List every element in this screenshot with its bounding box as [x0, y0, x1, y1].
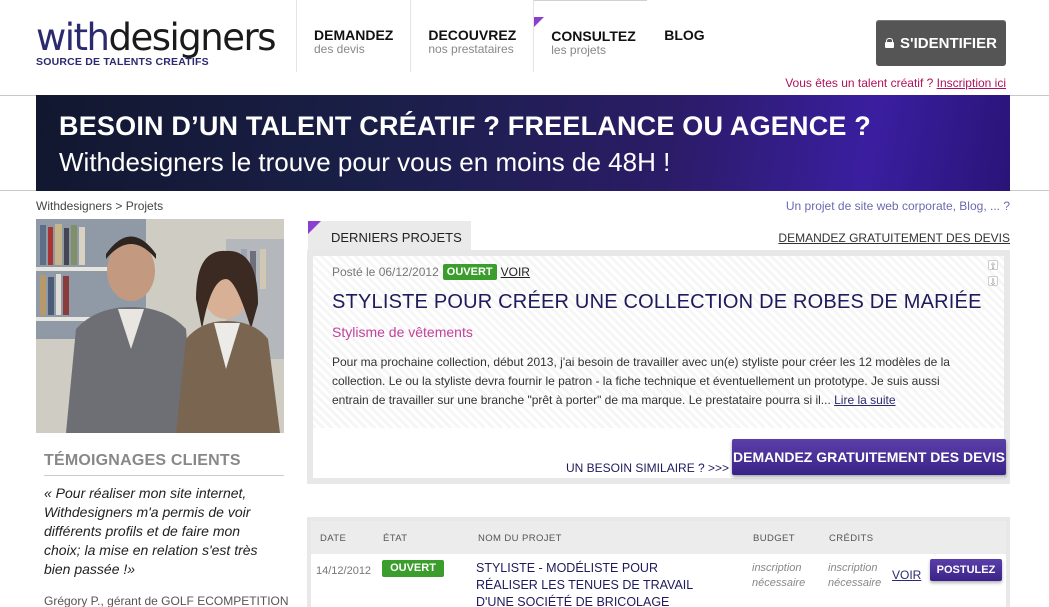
status-badge: OUVERT — [382, 560, 444, 577]
talent-question: Vous êtes un talent créatif ? — [785, 76, 934, 90]
column-header-credits: CRÉDITS — [829, 533, 874, 544]
nav-item-title: DECOUVREZ — [428, 27, 517, 43]
lock-icon — [885, 38, 895, 48]
column-header-status: ÉTAT — [383, 533, 408, 544]
breadcrumb-separator: > — [112, 199, 126, 213]
featured-project-body: Posté le 06/12/2012 OUVERT VOIR STYLISTE… — [313, 256, 1004, 428]
ask-quotes-button[interactable]: DEMANDEZ GRATUITEMENT DES DEVIS — [732, 439, 1006, 475]
testimonials-title: TÉMOIGNAGES CLIENTS — [44, 452, 241, 469]
ask-quotes-link[interactable]: DEMANDEZ GRATUITEMENT DES DEVIS — [778, 231, 1010, 245]
nav-item-subtitle: des devis — [314, 42, 365, 56]
nav-item-consultez[interactable]: CONSULTEZ les projets — [533, 0, 648, 72]
featured-title[interactable]: STYLISTE POUR CRÉER UNE COLLECTION DE RO… — [332, 291, 982, 314]
nav-item-subtitle: nos prestataires — [428, 42, 514, 56]
banner-subline: Withdesigners le trouve pour vous en moi… — [59, 147, 671, 177]
signup-link[interactable]: Inscription ici — [937, 76, 1006, 90]
nav-item-demandez[interactable]: DEMANDEZ des devis — [296, 0, 410, 72]
tab-corner-marker — [308, 221, 321, 234]
hero-banner[interactable]: BESOIN D’UN TALENT CRÉATIF ? FREELANCE O… — [36, 95, 1010, 191]
nav-item-title: CONSULTEZ — [551, 28, 636, 44]
scroll-up-icon[interactable]: ⇧ — [988, 260, 998, 271]
project-hint: Un projet de site web corporate, Blog, .… — [785, 199, 1010, 213]
view-project-link[interactable]: VOIR — [501, 265, 530, 279]
login-label: S'IDENTIFIER — [900, 34, 997, 52]
nav-item-title: BLOG — [664, 27, 705, 43]
nav-item-subtitle: les projets — [551, 43, 606, 57]
nav-item-decouvrez[interactable]: DECOUVREZ nos prestataires — [410, 0, 533, 72]
column-header-name: NOM DU PROJET — [478, 533, 562, 544]
apply-button[interactable]: POSTULEZ — [930, 559, 1002, 581]
table-row: 14/12/2012 OUVERT STYLISTE - MODÉLISTE P… — [311, 554, 1006, 607]
similar-need-label: UN BESOIN SIMILAIRE ? >>> — [566, 461, 730, 475]
posted-date: Posté le 06/12/2012 — [332, 265, 439, 279]
scroll-down-icon[interactable]: ⇩ — [988, 276, 998, 287]
tab-latest-projects[interactable]: DERNIERS PROJETS — [308, 221, 471, 251]
featured-description: Pour ma prochaine collection, début 2013… — [332, 353, 972, 410]
active-corner-marker — [534, 17, 545, 27]
project-name-link[interactable]: STYLISTE - MODÉLISTE POUR RÉALISER LES T… — [476, 560, 721, 607]
row-date: 14/12/2012 — [316, 565, 372, 577]
clients-photo-illustration — [36, 219, 284, 433]
main-nav: DEMANDEZ des devis DECOUVREZ nos prestat… — [296, 0, 722, 72]
nav-item-blog[interactable]: BLOG — [647, 0, 721, 72]
testimonials-divider — [44, 475, 284, 476]
logo-suffix: designers — [108, 16, 277, 59]
featured-project: Posté le 06/12/2012 OUVERT VOIR STYLISTE… — [307, 250, 1010, 484]
view-project-link[interactable]: VOIR — [892, 568, 921, 582]
read-more-link[interactable]: Lire la suite — [834, 393, 895, 407]
clients-photo — [36, 219, 284, 433]
logo-wordmark: withdesigners — [36, 16, 277, 59]
breadcrumb: Withdesigners > Projets — [36, 199, 163, 213]
column-header-date: DATE — [320, 533, 347, 544]
status-badge: OUVERT — [442, 264, 497, 280]
row-budget: inscription nécessaire — [752, 562, 806, 589]
testimonial-author: Grégory P., gérant de GOLF ECOMPETITION — [44, 594, 289, 607]
logo[interactable]: withdesigners SOURCE DE TALENTS CREATIFS — [36, 16, 277, 69]
featured-category: Stylisme de vêtements — [332, 324, 473, 340]
banner-headline: BESOIN D’UN TALENT CRÉATIF ? FREELANCE O… — [59, 111, 871, 141]
talent-signup-line: Vous êtes un talent créatif ? Inscriptio… — [785, 76, 1006, 90]
logo-prefix: with — [36, 16, 110, 59]
testimonial-quote: « Pour réaliser mon site internet, Withd… — [44, 485, 258, 577]
nav-item-title: DEMANDEZ — [314, 27, 394, 43]
login-button[interactable]: S'IDENTIFIER — [876, 20, 1006, 66]
breadcrumb-home-link[interactable]: Withdesigners — [36, 199, 112, 213]
projects-table: DATE ÉTAT NOM DU PROJET BUDGET CRÉDITS 1… — [307, 517, 1010, 607]
column-header-budget: BUDGET — [753, 533, 795, 544]
featured-meta: Posté le 06/12/2012 OUVERT VOIR — [332, 264, 530, 280]
table-header: DATE ÉTAT NOM DU PROJET BUDGET CRÉDITS — [311, 521, 1006, 554]
breadcrumb-current: Projets — [125, 199, 164, 213]
row-credits: inscription nécessaire — [828, 562, 882, 589]
